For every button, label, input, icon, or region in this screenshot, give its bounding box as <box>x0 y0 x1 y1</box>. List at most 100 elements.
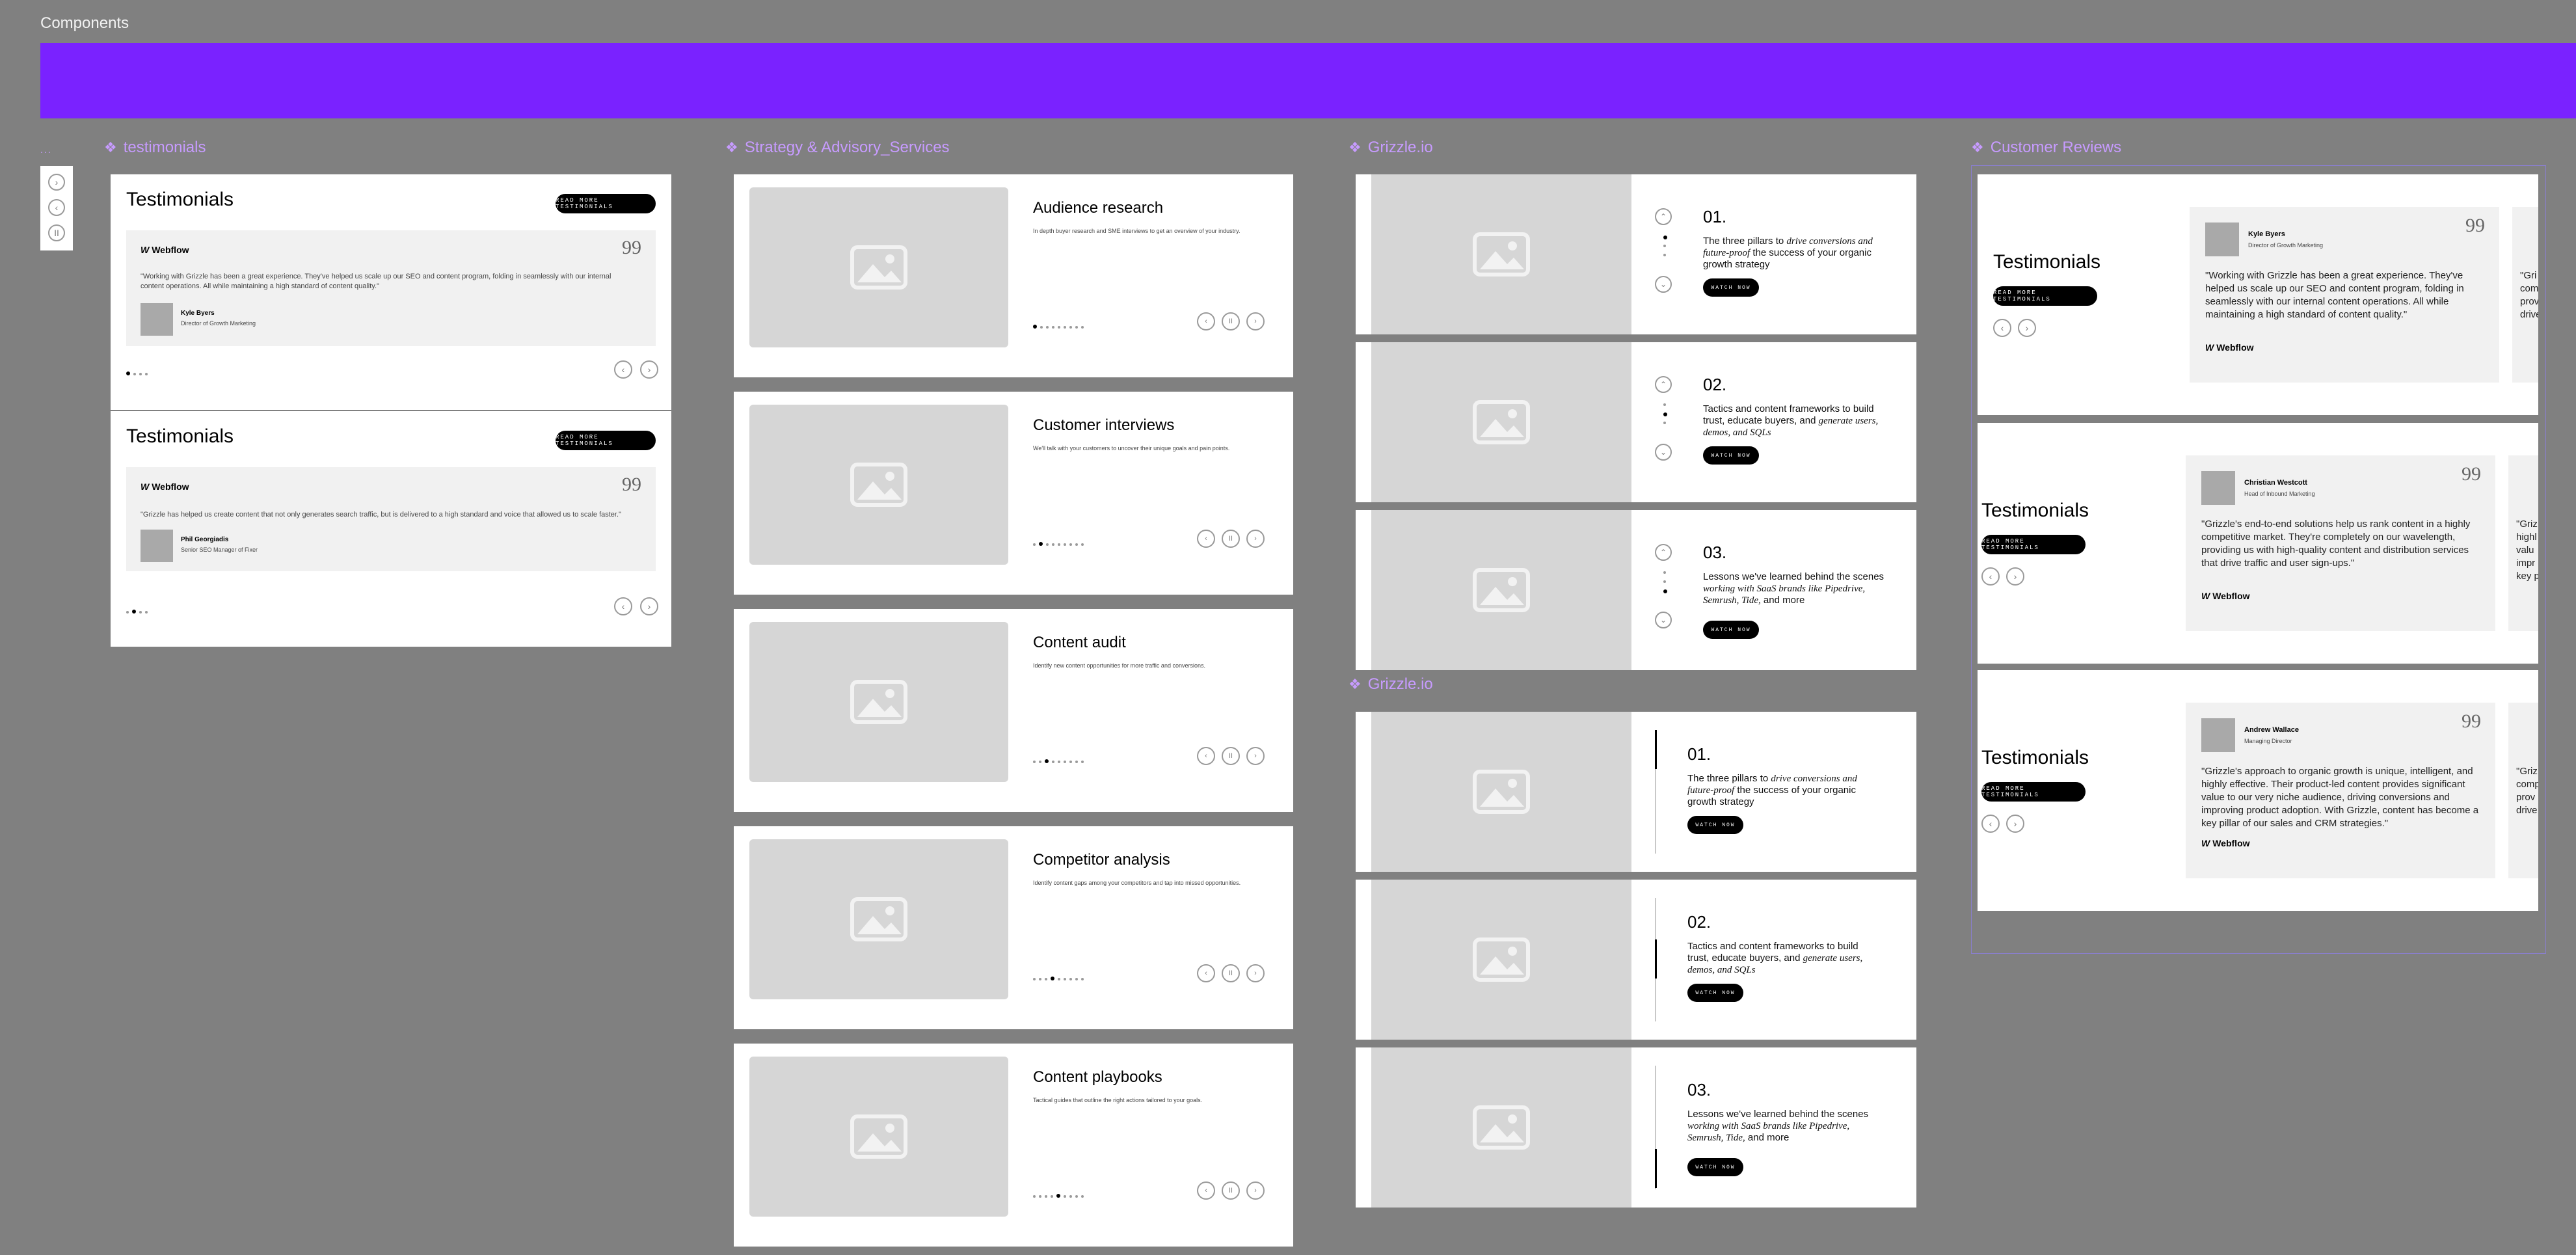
chevron-left-icon[interactable]: ‹ <box>1197 1181 1215 1200</box>
quote-icon: 99 <box>622 237 641 258</box>
service-title: Content audit <box>1033 634 1126 651</box>
service-description: Identify content gaps among your competi… <box>1033 880 1241 886</box>
nav-dot[interactable] <box>1663 236 1667 239</box>
nav-dot[interactable] <box>1663 589 1667 593</box>
pagination-dots[interactable] <box>1033 972 1087 984</box>
pillar-number: 02. <box>1703 375 1727 394</box>
chevron-left-icon[interactable]: ‹ <box>1197 530 1215 548</box>
watch-now-button[interactable]: WATCH NOW <box>1687 1158 1743 1176</box>
avatar <box>2201 718 2235 752</box>
watch-now-button[interactable]: WATCH NOW <box>1703 278 1759 297</box>
image-placeholder <box>1371 880 1631 1040</box>
chevron-left-icon[interactable]: ‹ <box>614 597 632 615</box>
chevron-left-icon[interactable]: ‹ <box>1993 319 2011 337</box>
review-text: "Grizzle's approach to organic growth is… <box>2201 766 2479 829</box>
chevron-left-icon[interactable]: ‹ <box>1197 964 1215 982</box>
chevron-right-icon[interactable]: › <box>2006 567 2024 586</box>
chevron-right-icon[interactable]: › <box>1246 964 1265 982</box>
pillar-card: 03. Lessons we've learned behind the scen… <box>1356 1047 1916 1208</box>
image-placeholder <box>1371 342 1631 502</box>
review-card-peek: "Griz comp prov drive <box>2508 703 2538 878</box>
nav-dot[interactable] <box>1663 422 1666 424</box>
chevron-down-icon[interactable]: ⌄ <box>1655 444 1672 461</box>
pagination-dots[interactable] <box>1033 755 1087 766</box>
vertical-nav: ⌃ ⌄ <box>1655 208 1674 293</box>
pause-icon[interactable]: II <box>1222 1181 1240 1200</box>
read-more-button[interactable]: READ MORE TESTIMONIALS <box>1981 535 2086 554</box>
watch-now-button[interactable]: WATCH NOW <box>1703 446 1759 465</box>
review-text-peek: prov <box>2516 792 2536 803</box>
pagination-dots[interactable] <box>1033 320 1087 332</box>
image-placeholder-icon <box>1473 232 1530 277</box>
pagination-dots[interactable] <box>126 367 151 379</box>
chevron-right-icon[interactable]: › <box>1246 747 1265 765</box>
read-more-button[interactable]: READ MORE TESTIMONIALS <box>1993 286 2097 306</box>
pagination-dots[interactable] <box>1033 537 1087 549</box>
image-placeholder <box>1371 712 1631 872</box>
nav-dot[interactable] <box>1663 412 1667 416</box>
chevron-up-icon[interactable]: ⌃ <box>1655 208 1672 225</box>
chevron-right-icon[interactable]: › <box>1246 530 1265 548</box>
nav-dot[interactable] <box>1663 254 1666 256</box>
chevron-left-icon[interactable]: ‹ <box>48 199 65 216</box>
chevron-left-icon[interactable]: ‹ <box>1981 815 2000 833</box>
image-placeholder-icon <box>850 897 907 941</box>
watch-now-button[interactable]: WATCH NOW <box>1687 984 1743 1002</box>
pause-icon[interactable]: II <box>1222 312 1240 331</box>
nav-dot[interactable] <box>1663 571 1666 574</box>
chevron-left-icon[interactable]: ‹ <box>614 360 632 379</box>
nav-dot[interactable] <box>1663 245 1666 247</box>
quote-icon: 99 <box>622 474 641 495</box>
review-text-peek: valu <box>2516 545 2534 556</box>
chevron-up-icon[interactable]: ⌃ <box>1655 544 1672 561</box>
chevron-left-icon[interactable]: ‹ <box>1981 567 2000 586</box>
chevron-right-icon[interactable]: › <box>1246 1181 1265 1200</box>
slider-controls: ‹ › <box>1981 567 2024 586</box>
progress-line <box>1654 730 1657 854</box>
image-placeholder <box>749 405 1008 565</box>
chevron-right-icon[interactable]: › <box>640 360 658 379</box>
chevron-down-icon[interactable]: ⌄ <box>1655 276 1672 293</box>
nav-dot[interactable] <box>1663 403 1666 406</box>
pillar-card: 01. The three pillars to drive conversion… <box>1356 712 1916 872</box>
chevron-right-icon[interactable]: › <box>1246 312 1265 331</box>
image-placeholder <box>1371 510 1631 670</box>
chevron-right-icon[interactable]: › <box>640 597 658 615</box>
read-more-button[interactable]: READ MORE TESTIMONIALS <box>556 194 656 213</box>
pagination-dots[interactable] <box>126 605 151 617</box>
progress-line <box>1654 1066 1657 1189</box>
review-card: Kyle Byers Director of Growth Marketing 99… <box>2190 207 2499 383</box>
read-more-button[interactable]: READ MORE TESTIMONIALS <box>556 431 656 450</box>
pause-icon[interactable]: II <box>1222 530 1240 548</box>
image-placeholder <box>1371 1047 1631 1208</box>
pause-icon[interactable]: II <box>48 224 65 241</box>
chevron-right-icon[interactable]: › <box>2018 319 2036 337</box>
pause-icon[interactable]: II <box>1222 747 1240 765</box>
chevron-left-icon[interactable]: ‹ <box>1197 312 1215 331</box>
chevron-down-icon[interactable]: ⌄ <box>1655 612 1672 628</box>
webflow-logo: W Webflow <box>2205 342 2254 353</box>
pause-icon[interactable]: II <box>1222 964 1240 982</box>
author-role: Managing Director <box>2244 738 2292 744</box>
image-placeholder <box>1371 174 1631 334</box>
pagination-dots[interactable] <box>1033 1189 1087 1201</box>
webflow-logo: W Webflow <box>141 481 189 492</box>
chevron-left-icon[interactable]: ‹ <box>1197 747 1215 765</box>
service-title: Content playbooks <box>1033 1068 1162 1086</box>
image-placeholder <box>749 839 1008 999</box>
slider-controls: ‹ II › <box>1197 1181 1265 1200</box>
nav-dot[interactable] <box>1663 580 1666 583</box>
play-icon[interactable]: › <box>48 174 65 191</box>
read-more-button[interactable]: READ MORE TESTIMONIALS <box>1981 782 2086 802</box>
pillar-number: 01. <box>1687 744 1711 764</box>
author-role: Director of Growth Marketing <box>2248 242 2324 249</box>
component-diamond-icon: ❖ <box>1348 139 1362 155</box>
watch-now-button[interactable]: WATCH NOW <box>1703 621 1759 639</box>
watch-now-button[interactable]: WATCH NOW <box>1687 816 1743 834</box>
service-title: Competitor analysis <box>1033 851 1170 869</box>
vertical-control-strip: › ‹ II <box>40 166 73 250</box>
chevron-right-icon[interactable]: › <box>2006 815 2024 833</box>
pillar-card: ⌃ ⌄ 01. The three pillars to drive conversi… <box>1356 174 1916 334</box>
chevron-up-icon[interactable]: ⌃ <box>1655 376 1672 393</box>
review-text-peek: com <box>2520 283 2538 294</box>
